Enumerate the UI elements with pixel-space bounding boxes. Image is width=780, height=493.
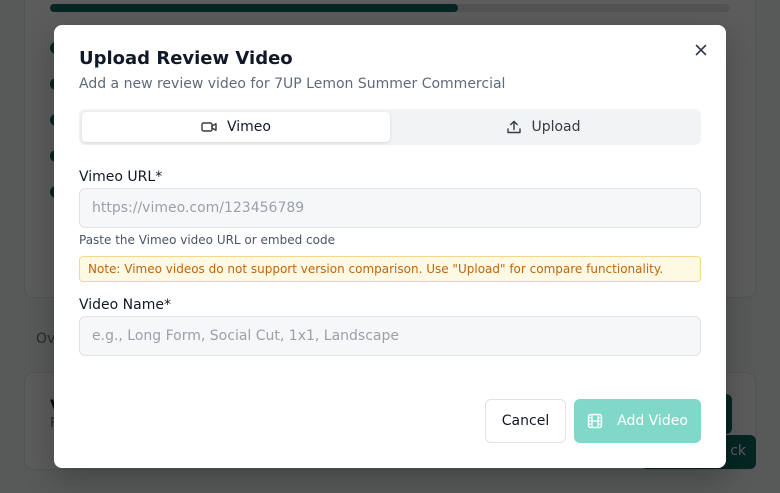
- film-icon: [587, 413, 603, 429]
- video-name-input[interactable]: [79, 316, 701, 356]
- add-video-button[interactable]: Add Video: [574, 399, 701, 443]
- vimeo-compare-warning: Note: Vimeo videos do not support versio…: [79, 256, 701, 282]
- tab-vimeo[interactable]: Vimeo: [82, 112, 390, 142]
- video-camera-icon: [201, 122, 217, 132]
- add-video-label: Add Video: [617, 413, 688, 429]
- close-button[interactable]: [692, 41, 710, 59]
- vimeo-url-input[interactable]: [79, 188, 701, 228]
- dialog-title: Upload Review Video: [79, 48, 293, 69]
- cancel-button[interactable]: Cancel: [485, 399, 566, 443]
- dialog-description: Add a new review video for 7UP Lemon Sum…: [79, 76, 506, 92]
- vimeo-url-hint: Paste the Vimeo video URL or embed code: [79, 233, 335, 247]
- upload-icon: [507, 120, 522, 134]
- vimeo-url-label: Vimeo URL*: [79, 169, 163, 185]
- x-icon: [695, 44, 707, 56]
- tab-vimeo-label: Vimeo: [227, 119, 271, 135]
- tab-upload[interactable]: Upload: [390, 112, 698, 142]
- video-name-label: Video Name*: [79, 297, 171, 313]
- source-tabs: Vimeo Upload: [79, 109, 701, 145]
- upload-review-video-dialog: Upload Review Video Add a new review vid…: [54, 25, 726, 468]
- tab-upload-label: Upload: [531, 119, 581, 135]
